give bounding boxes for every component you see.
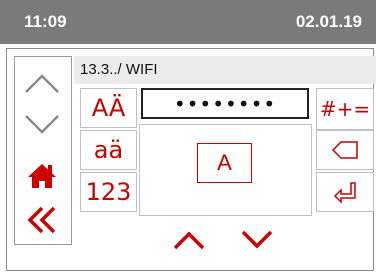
back-button[interactable]: [20, 200, 64, 240]
numbers-key-label: 123: [85, 178, 132, 206]
double-chevron-left-icon: [27, 206, 56, 234]
char-select-button[interactable]: A: [197, 143, 252, 183]
chevron-down-icon: [241, 230, 273, 249]
enter-key[interactable]: [316, 172, 374, 212]
backspace-key[interactable]: [316, 130, 374, 170]
clock: 11:09: [24, 12, 67, 31]
enter-icon: [333, 182, 356, 204]
uppercase-key[interactable]: AÄ: [80, 88, 137, 128]
chevron-up-icon: [25, 74, 59, 93]
status-bar: 11:09 02.01.19: [0, 0, 376, 44]
home-icon: [28, 164, 56, 188]
uppercase-key-label: AÄ: [91, 94, 126, 122]
char-select-label: A: [217, 150, 232, 175]
nav-up-button[interactable]: [20, 64, 64, 104]
symbols-key[interactable]: #+=: [316, 88, 374, 130]
char-prev-button[interactable]: [168, 222, 210, 256]
password-value: ••••••••: [173, 91, 277, 116]
numbers-key[interactable]: 123: [80, 172, 137, 212]
nav-down-button[interactable]: [20, 104, 64, 144]
lowercase-key-label: aä: [93, 136, 124, 164]
date: 02.01.19: [295, 12, 362, 31]
symbols-key-label: #+=: [319, 97, 371, 121]
chevron-up-icon: [173, 231, 205, 250]
password-field[interactable]: ••••••••: [141, 88, 309, 119]
char-next-button[interactable]: [236, 222, 278, 256]
breadcrumb: 13.3../ WIFI: [74, 56, 376, 84]
lowercase-key[interactable]: aä: [80, 130, 137, 170]
home-button[interactable]: [20, 158, 64, 194]
breadcrumb-text: 13.3../ WIFI: [80, 61, 158, 78]
chevron-down-icon: [25, 115, 59, 134]
backspace-icon: [331, 141, 358, 159]
